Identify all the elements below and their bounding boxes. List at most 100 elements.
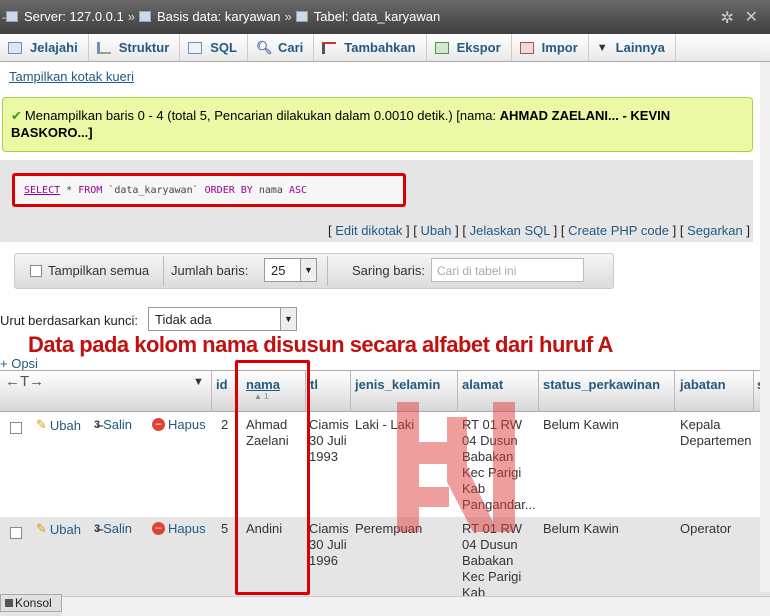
database-icon [138,11,151,22]
sort-key-select[interactable]: Tidak ada ▼ [148,307,297,331]
search-icon: 🔍︎ [256,39,273,55]
column-header-id[interactable]: id [216,377,228,392]
column-divider [211,371,212,412]
cell-status-perkawinan[interactable]: Belum Kawin [543,417,619,433]
tab-label: Ekspor [456,40,501,55]
edit-inline-link[interactable]: Edit dikotak [335,223,402,238]
column-divider [674,371,675,412]
breadcrumb-separator: » [127,9,135,24]
top-breadcrumb-bar: — Server: 127.0.0.1 » Basis data: karyaw… [0,0,770,34]
sql-keyword[interactable]: SELECT [24,185,60,196]
column-divider [350,371,351,412]
rows-value: 25 [271,263,286,278]
table-row: ✎ Ubah 3̶ Salin – Hapus 2 Ahmad Zaelani Cia… [0,412,770,516]
sql-part: nama [252,185,289,196]
edit-label: Ubah [49,417,81,433]
chevron-down-icon: ▼ [280,308,296,330]
breadcrumb-database[interactable]: Basis data: karyawan [157,9,281,24]
tab-export[interactable]: Ekspor [427,34,512,61]
filter-input[interactable]: Cari di tabel ini [431,258,584,282]
watermark-logo [397,402,515,532]
delete-row-button[interactable]: – Hapus [152,521,206,536]
copy-label: Salin [103,417,133,432]
row-checkbox[interactable] [10,422,22,434]
column-resize-arrows-icon[interactable]: ←T→ [5,373,44,390]
console-label: Konsol [15,596,52,610]
cell-id[interactable]: 5 [221,521,228,537]
close-icon[interactable]: ✕ [745,7,758,27]
explain-sql-link[interactable]: Jelaskan SQL [470,223,550,238]
delete-row-button[interactable]: – Hapus [152,417,206,432]
cell-tl[interactable]: Ciamis 30 Juli 1996 [309,521,351,569]
copy-icon: 3̶ [94,522,101,535]
tab-label: Cari [278,40,304,55]
copy-label: Salin [103,521,133,536]
tab-label: Jelajahi [30,40,78,55]
refresh-link[interactable]: Segarkan [687,223,743,238]
sort-key-value: Tidak ada [155,312,212,327]
cell-id[interactable]: 2 [221,417,228,433]
options-link[interactable]: + Opsi [0,356,38,371]
logo-shape [447,467,493,532]
column-header-status-perkawinan[interactable]: status_perkawinan [543,377,660,392]
rows-label: Jumlah baris: [171,263,249,278]
structure-icon [96,41,111,54]
logo-shape [419,487,449,507]
table-icon [295,11,308,22]
row-checkbox[interactable] [10,527,22,539]
vertical-scrollbar[interactable] [760,62,770,592]
export-icon [434,41,449,54]
console-button[interactable]: Konsol [0,594,62,612]
menu-tabs: Jelajahi Struktur SQL 🔍︎ Cari Tambahkan … [0,34,770,62]
cell-jabatan[interactable]: Kepala Departemen [680,417,754,449]
breadcrumb-server[interactable]: Server: 127.0.0.1 [24,9,124,24]
column-header-jenis-kelamin[interactable]: jenis_kelamin [355,377,440,392]
sql-action-links: [ Edit dikotak ] [ Ubah ] [ Jelaskan SQL… [327,223,750,238]
column-header-tl[interactable]: tl [310,377,318,392]
show-query-box-link[interactable]: Tampilkan kotak kueri [9,69,134,84]
edit-row-button[interactable]: ✎ Ubah [36,521,81,537]
chevron-down-icon: ▼ [300,259,316,281]
tab-structure[interactable]: Struktur [89,34,181,61]
delete-label: Hapus [168,417,206,432]
tab-browse[interactable]: Jelajahi [0,34,89,61]
success-message: ✔ Menampilkan baris 0 - 4 (total 5, Penca… [2,97,753,152]
edit-link[interactable]: Ubah [420,223,451,238]
cell-tl[interactable]: Ciamis 30 Juli 1993 [309,417,351,465]
sql-keyword: FROM [78,185,103,196]
tab-import[interactable]: Impor [512,34,589,61]
edit-row-button[interactable]: ✎ Ubah [36,417,81,433]
horizontal-scrollbar[interactable] [62,596,770,616]
tab-insert[interactable]: Tambahkan [314,34,427,61]
copy-row-button[interactable]: 3̶ Salin [94,417,132,432]
copy-row-button[interactable]: 3̶ Salin [94,521,132,536]
breadcrumb: Server: 127.0.0.1 » Basis data: karyawan… [6,9,440,24]
show-all-label: Tampilkan semua [48,263,150,278]
sql-keyword: ASC [288,185,307,196]
tab-more[interactable]: ▼ Lainnya [589,34,676,61]
column-divider [753,371,754,412]
tab-label: Impor [541,40,578,55]
rows-select[interactable]: 25 ▼ [264,258,317,282]
column-header-alamat[interactable]: alamat [462,377,503,392]
column-header-jabatan[interactable]: jabatan [680,377,726,392]
nama-column-highlight-box [235,360,310,595]
cell-jabatan[interactable]: Operator [680,521,754,537]
logo-shape [493,402,515,532]
annotation-text: Data pada kolom nama disusun secara alfa… [28,332,613,357]
browse-icon [8,41,22,54]
chevron-down-icon[interactable]: ▼ [193,376,204,388]
cell-status-perkawinan[interactable]: Belum Kawin [543,521,619,537]
tab-search[interactable]: 🔍︎ Cari [248,34,315,61]
table-header: id nama tl jenis_kelamin alamat status_p… [0,370,770,412]
breadcrumb-table[interactable]: Tabel: data_karyawan [314,9,440,24]
tab-label: Struktur [118,40,170,55]
gear-icon[interactable]: ✲ [721,8,734,28]
tab-sql[interactable]: SQL [180,34,248,61]
logo-shape [447,417,467,467]
delete-icon: – [152,522,165,535]
create-php-link[interactable]: Create PHP code [568,223,669,238]
show-all-checkbox[interactable] [30,265,42,277]
logo-shape [397,402,419,532]
sql-icon [188,41,203,54]
